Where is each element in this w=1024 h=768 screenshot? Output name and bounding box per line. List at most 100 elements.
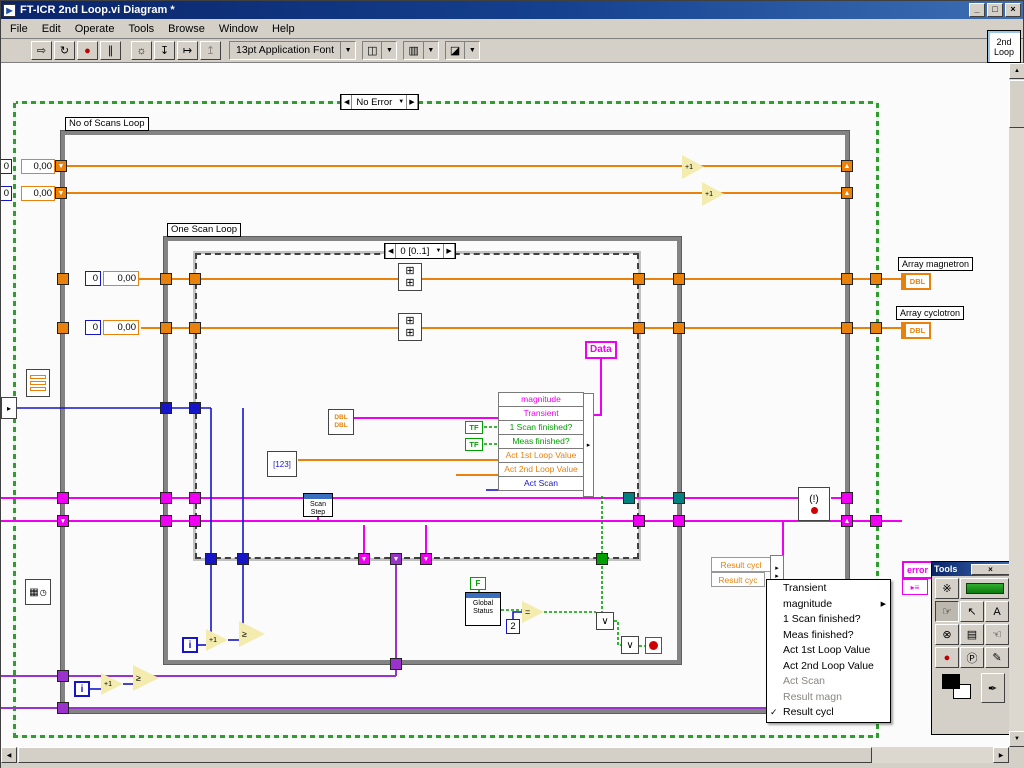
scroll-tool[interactable]: ☜ xyxy=(985,624,1009,645)
result-cycl-label[interactable]: Result cycl xyxy=(711,557,771,572)
step-over-button[interactable]: ↦ xyxy=(177,41,198,60)
seq-next-icon[interactable]: ▶ xyxy=(443,244,455,258)
menu-operate[interactable]: Operate xyxy=(68,21,122,37)
case-next-icon[interactable]: ▶ xyxy=(406,95,418,109)
index-array-node[interactable]: [123] xyxy=(267,451,297,477)
array-magnetron-terminal[interactable]: DBL xyxy=(901,273,931,290)
context-menu-item[interactable]: Act 1st Loop Value xyxy=(767,643,890,659)
position-tool[interactable]: ↖ xyxy=(960,601,984,622)
seq-dropdown-icon[interactable]: ▼ xyxy=(433,248,443,254)
boolean-constant[interactable]: TF xyxy=(465,438,483,451)
menu-file[interactable]: File xyxy=(3,21,35,37)
data-label[interactable]: Data xyxy=(585,341,617,359)
context-menu-item[interactable]: Act 2nd Loop Value xyxy=(767,659,890,675)
bundle-node[interactable]: DBL DBL xyxy=(328,409,354,435)
error-cluster-icon[interactable]: ▸≡ xyxy=(902,579,928,595)
context-menu-item[interactable]: 1 Scan finished? xyxy=(767,612,890,628)
sequence-selector[interactable]: ◀ 0 [0..1] ▼ ▶ xyxy=(384,243,456,259)
block-diagram[interactable]: ◀ No Error ▼ ▶ No of Scans Loop One Scan… xyxy=(1,63,1009,747)
datetime-node[interactable]: ▦ ◷ xyxy=(25,579,51,605)
abort-button[interactable]: ● xyxy=(77,41,98,60)
iteration-terminal[interactable]: i xyxy=(74,681,90,697)
context-menu-item-checked[interactable]: ✓ Result cycl xyxy=(767,705,890,721)
copy-color-tool[interactable]: ✎ xyxy=(985,647,1009,668)
case-selector[interactable]: ◀ No Error ▼ ▶ xyxy=(340,94,419,110)
bundle-row[interactable]: 1 Scan finished? xyxy=(498,420,584,435)
bundle-row[interactable]: magnitude xyxy=(498,392,584,407)
horizontal-scrollbar[interactable]: ◀ ▶ xyxy=(1,747,1009,763)
scroll-down-icon[interactable]: ▼ xyxy=(1009,731,1024,747)
reorder-dropdown[interactable]: ◪ ▼ xyxy=(444,41,481,60)
menu-tools[interactable]: Tools xyxy=(121,21,161,37)
auto-tool-led-button[interactable] xyxy=(960,578,1009,599)
edit-text-tool[interactable]: A xyxy=(985,601,1009,622)
titlebar[interactable]: ▶ FT-ICR 2nd Loop.vi Diagram * _ □ × xyxy=(1,1,1023,19)
outer-loop-label[interactable]: No of Scans Loop xyxy=(65,117,149,131)
global-status-node[interactable]: Global Status xyxy=(465,592,501,626)
distribute-objects-dropdown[interactable]: ▥ ▼ xyxy=(403,41,439,60)
error-handler-node[interactable]: (!) xyxy=(798,487,830,521)
scroll-right-icon[interactable]: ▶ xyxy=(993,747,1009,763)
loop-condition-terminal[interactable] xyxy=(645,637,662,654)
menu-edit[interactable]: Edit xyxy=(35,21,68,37)
build-array-node[interactable]: ⊞ ⊞ xyxy=(398,313,422,341)
bundle-output-rail[interactable]: ▸ xyxy=(583,393,594,497)
pause-button[interactable]: ∥ xyxy=(100,41,121,60)
array-cyclotron-label[interactable]: Array cyclotron xyxy=(896,306,965,320)
close-icon[interactable]: × xyxy=(971,563,1009,575)
run-button[interactable]: ⇨ xyxy=(31,41,52,60)
array-cyclotron-terminal[interactable]: DBL xyxy=(901,322,931,339)
dbl-constant[interactable]: 0,00 xyxy=(21,159,55,174)
boolean-global[interactable]: F xyxy=(470,577,486,590)
color-swatches[interactable] xyxy=(940,673,980,705)
cut-constant[interactable]: 0 xyxy=(1,159,12,174)
menu-help[interactable]: Help xyxy=(265,21,302,37)
int-constant[interactable]: 0 xyxy=(85,271,101,286)
scroll-up-icon[interactable]: ▲ xyxy=(1009,63,1024,79)
context-menu-item[interactable]: Meas finished? xyxy=(767,628,890,644)
or-node[interactable]: ∨ xyxy=(596,612,614,630)
menu-window[interactable]: Window xyxy=(212,21,265,37)
menu-browse[interactable]: Browse xyxy=(161,21,212,37)
iteration-terminal[interactable]: i xyxy=(182,637,198,653)
foreground-color-swatch[interactable] xyxy=(941,674,960,689)
build-array-node[interactable]: ⊞ ⊞ xyxy=(398,263,422,291)
operate-value-tool[interactable]: ☞ xyxy=(935,601,959,622)
array-magnetron-label[interactable]: Array magnetron xyxy=(898,257,974,271)
dbl-constant[interactable]: 0,00 xyxy=(21,186,55,201)
result-cycl-label[interactable]: Result cyc xyxy=(711,572,765,587)
scan-step-global[interactable]: Scan Step xyxy=(303,493,333,517)
restore-button[interactable]: □ xyxy=(987,3,1003,17)
bundle-row[interactable]: Act Scan xyxy=(498,476,584,491)
bundle-row[interactable]: Transient xyxy=(498,406,584,421)
case-dropdown-icon[interactable]: ▼ xyxy=(396,99,406,105)
horizontal-scroll-thumb[interactable] xyxy=(18,747,872,763)
run-continuous-button[interactable]: ↻ xyxy=(54,41,75,60)
seq-prev-icon[interactable]: ◀ xyxy=(385,244,397,258)
or-node[interactable]: ∨ xyxy=(621,636,639,654)
arrow-node[interactable]: ▸ xyxy=(1,397,17,419)
shortcut-menu-tool[interactable]: ▤ xyxy=(960,624,984,645)
context-menu-item[interactable]: magnitude ▶ xyxy=(767,597,890,613)
close-button[interactable]: × xyxy=(1005,3,1021,17)
dbl-constant[interactable]: 0,00 xyxy=(103,320,139,335)
inner-loop-label[interactable]: One Scan Loop xyxy=(167,223,242,237)
int-constant[interactable]: 0 xyxy=(85,320,101,335)
step-out-button[interactable]: ↥ xyxy=(200,41,221,60)
case-prev-icon[interactable]: ◀ xyxy=(341,95,353,109)
align-objects-dropdown[interactable]: ◫ ▼ xyxy=(362,41,398,60)
context-menu-item[interactable]: Transient xyxy=(767,581,890,597)
breakpoint-tool[interactable]: ● xyxy=(935,647,959,668)
wire-tool[interactable]: ⊗ xyxy=(935,624,959,645)
color-brush-tool[interactable]: ✒ xyxy=(980,673,1005,703)
font-selector[interactable]: 13pt Application Font ▼ xyxy=(229,41,357,60)
bundle-by-name-node[interactable]: magnitude Transient 1 Scan finished? Mea… xyxy=(498,392,584,491)
highlight-execution-button[interactable]: ☼ xyxy=(131,41,152,60)
minimize-button[interactable]: _ xyxy=(969,3,985,17)
boolean-constant[interactable]: TF xyxy=(465,421,483,434)
bundle-row[interactable]: Act 1st Loop Value xyxy=(498,448,584,463)
cut-constant[interactable]: 0 xyxy=(1,186,12,201)
step-into-button[interactable]: ↧ xyxy=(154,41,175,60)
vi-icon-2nd-loop[interactable]: 2nd Loop xyxy=(987,30,1021,63)
bundle-row[interactable]: Act 2nd Loop Value xyxy=(498,462,584,477)
